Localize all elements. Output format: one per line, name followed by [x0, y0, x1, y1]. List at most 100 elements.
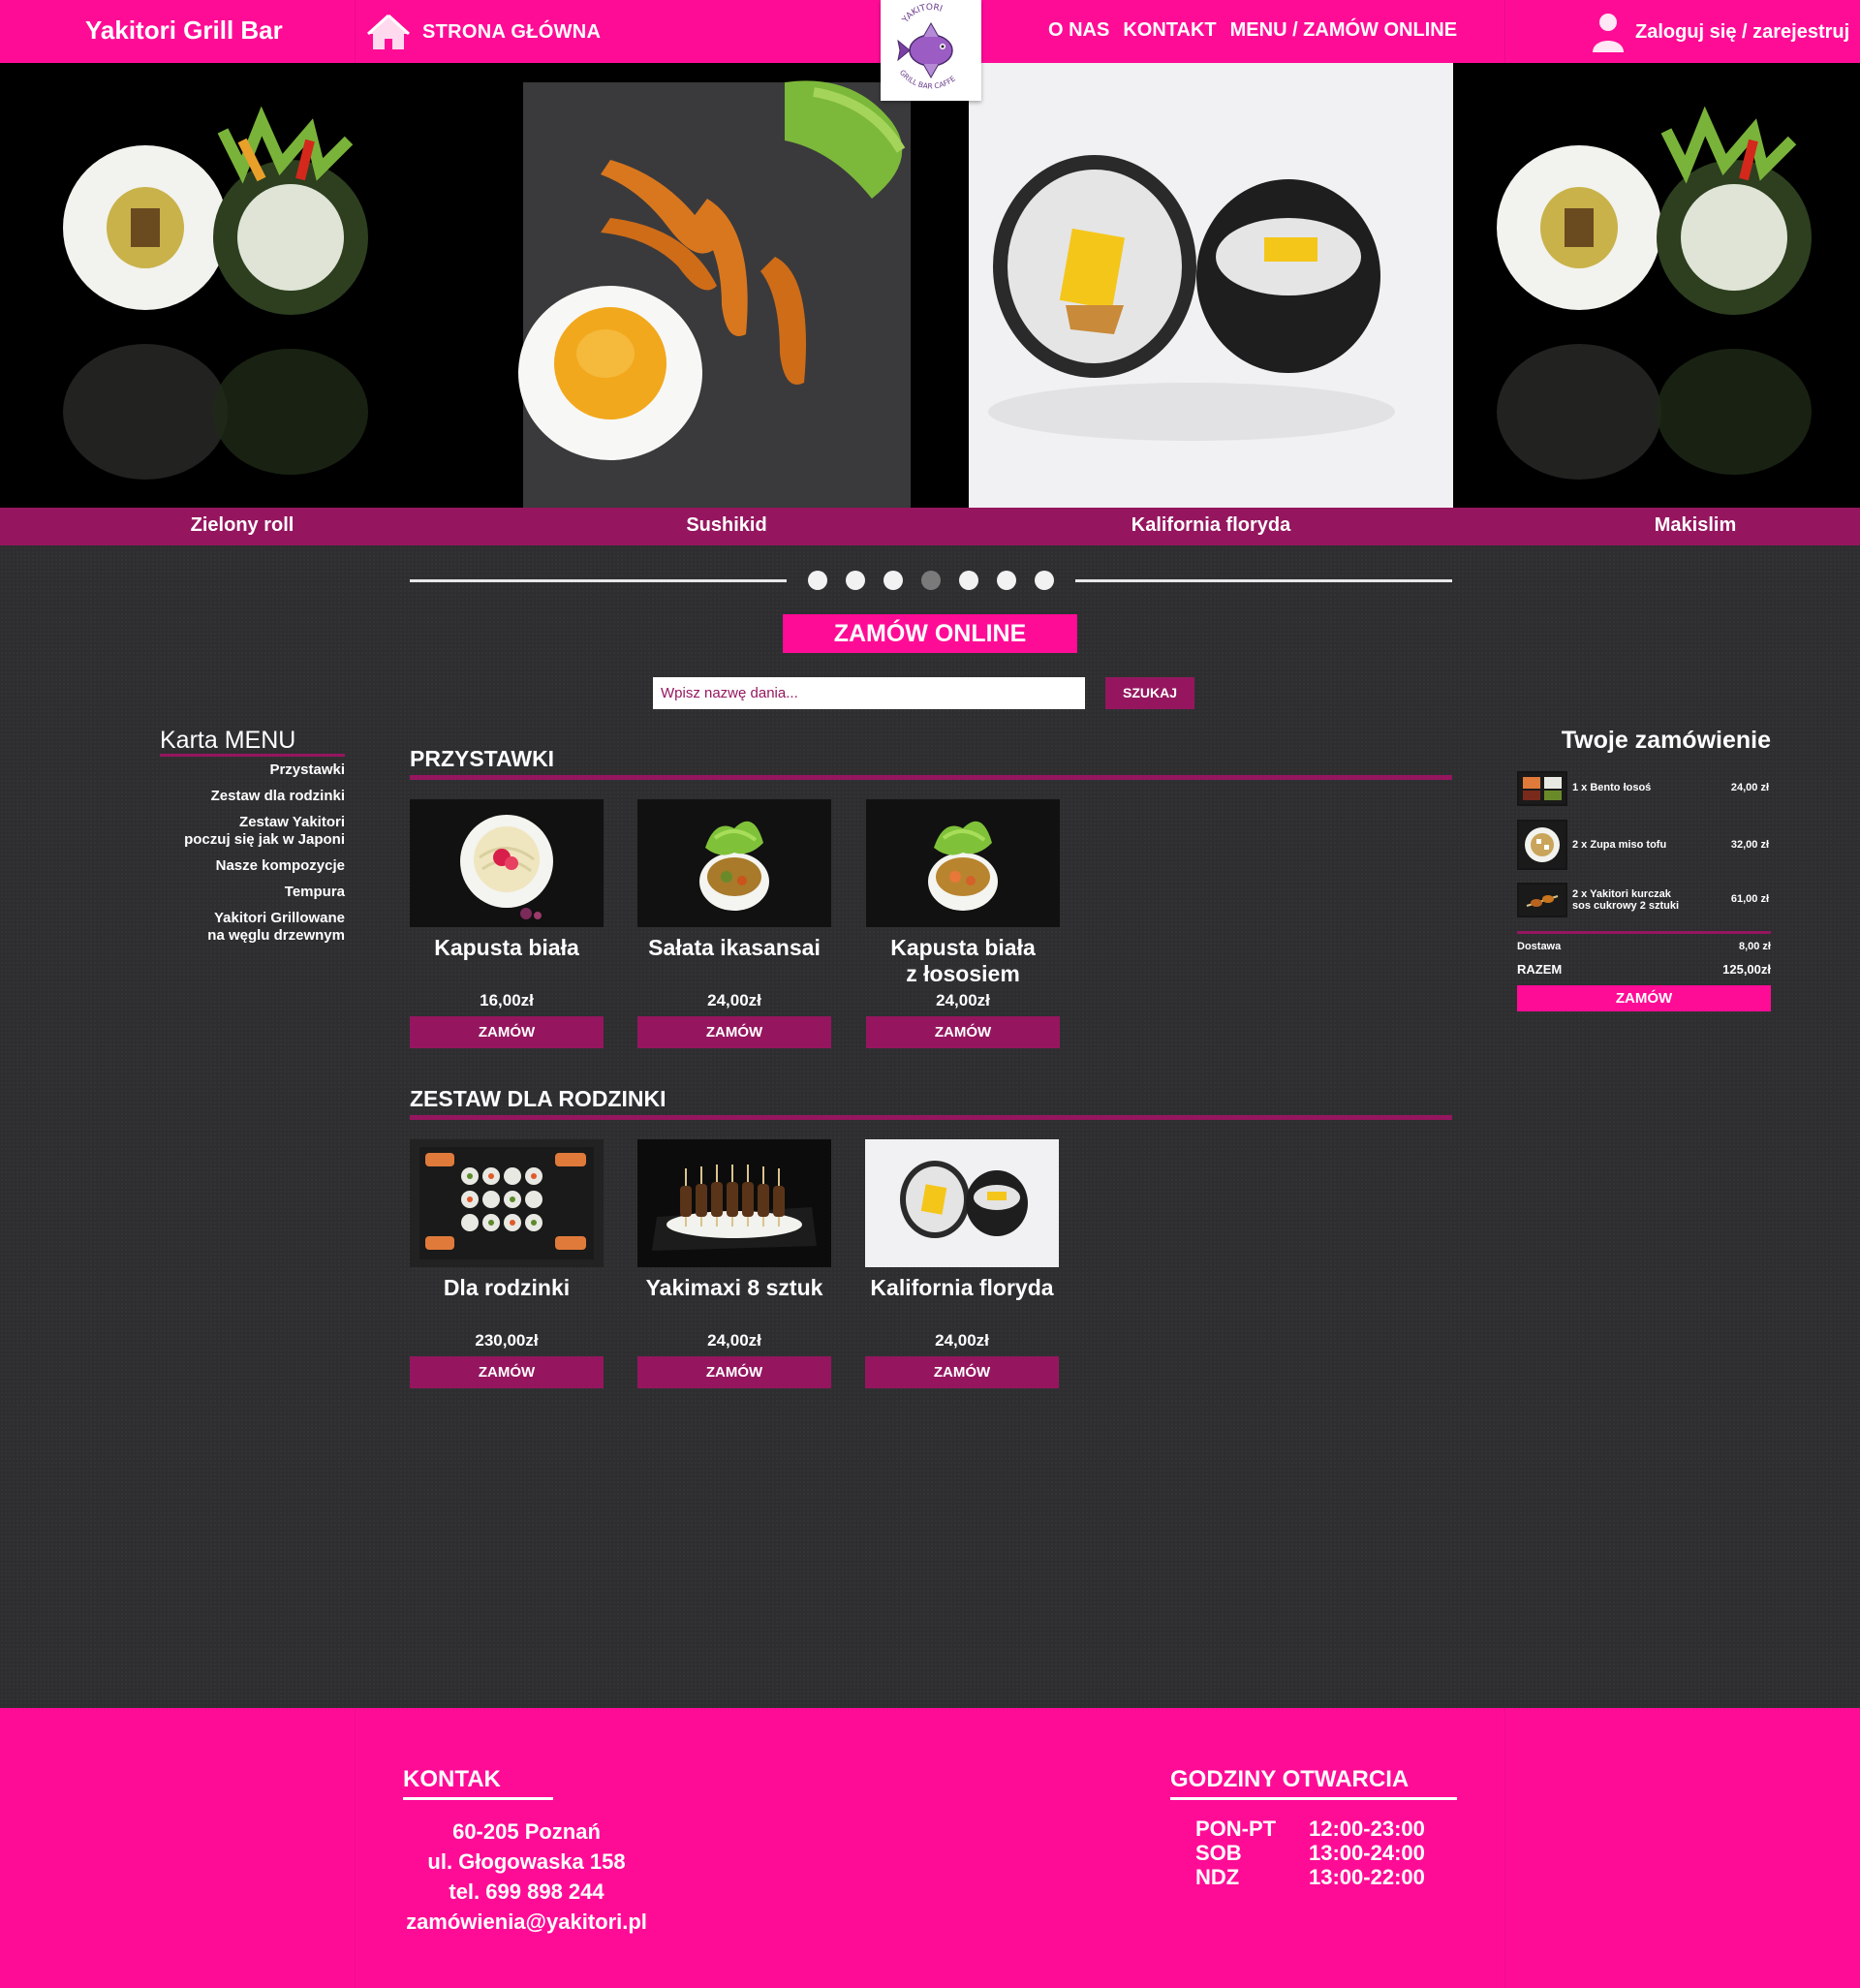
- product-card: Dla rodzinki 230,00zł ZAMÓW: [410, 1139, 604, 1388]
- product-image[interactable]: [410, 799, 604, 927]
- order-button[interactable]: ZAMÓW: [637, 1356, 831, 1388]
- cart-item-thumbnail: [1517, 771, 1567, 806]
- order-button[interactable]: ZAMÓW: [866, 1016, 1060, 1048]
- slide-sushikid[interactable]: [465, 63, 969, 508]
- nav-menu-order[interactable]: MENU / ZAMÓW ONLINE: [1230, 19, 1457, 42]
- footer-hours-underline: [1170, 1797, 1457, 1800]
- pagination-line-left: [410, 579, 787, 582]
- user-icon: [1593, 14, 1624, 52]
- order-online-heading: ZAMÓW ONLINE: [783, 614, 1077, 653]
- menu-item-tempura[interactable]: Tempura: [145, 884, 345, 901]
- bento-box-image: [1519, 773, 1566, 804]
- menu-category-list: Przystawki Zestaw dla rodzinki Zestaw Ya…: [145, 761, 345, 953]
- section-title-przystawki: PRZYSTAWKI: [410, 746, 555, 771]
- slide-caption[interactable]: Kalifornia floryda: [978, 514, 1443, 537]
- cabbage-salmon-bowl-image: [866, 799, 1060, 927]
- cart-item-amount: 24,00 zł: [1730, 782, 1769, 793]
- login-label: Zaloguj się / zarejestruj: [1635, 20, 1850, 43]
- product-card: Yakimaxi 8 sztuk 24,00zł ZAMÓW: [637, 1139, 831, 1388]
- slide-zielony-roll[interactable]: [0, 63, 465, 508]
- product-price: 230,00zł: [475, 1331, 539, 1350]
- order-button[interactable]: ZAMÓW: [865, 1356, 1059, 1388]
- california-roll-image: [969, 63, 1453, 508]
- section-underline: [410, 1115, 1452, 1120]
- slider-dot-active[interactable]: [921, 571, 941, 590]
- slider-dot[interactable]: [808, 571, 827, 590]
- dish-search-input[interactable]: [653, 677, 1085, 709]
- cart-item: 2 x Yakitori kurczak sos cukrowy 2 sztuk…: [1517, 883, 1771, 917]
- menu-item-zestaw-yakitori[interactable]: Zestaw Yakitori poczuj się jak w Japoni: [145, 814, 345, 849]
- order-button[interactable]: ZAMÓW: [410, 1356, 604, 1388]
- slide-caption[interactable]: Sushikid: [494, 514, 959, 537]
- hours-day: PON-PT: [1195, 1817, 1277, 1841]
- slider-dot[interactable]: [884, 571, 903, 590]
- product-price: 24,00zł: [935, 1331, 989, 1350]
- delivery-amount: 8,00 zł: [1738, 941, 1771, 952]
- cart-order-button[interactable]: ZAMÓW: [1517, 985, 1771, 1011]
- product-price: 24,00zł: [936, 991, 990, 1010]
- home-icon: [366, 14, 411, 49]
- cart-item-thumbnail: [1517, 883, 1567, 917]
- nav-home-label: STRONA GŁÓWNA: [422, 20, 602, 43]
- tempura-shrimp-image: [465, 63, 969, 508]
- product-image[interactable]: [637, 799, 831, 927]
- hours-time: 12:00-23:00: [1309, 1817, 1425, 1841]
- product-image[interactable]: [866, 799, 1060, 927]
- nav-home-link[interactable]: STRONA GŁÓWNA: [366, 13, 601, 51]
- product-name: Dla rodzinki: [443, 1275, 571, 1300]
- hours-day: SOB: [1195, 1841, 1242, 1865]
- hours-time: 13:00-24:00: [1309, 1841, 1425, 1865]
- order-button[interactable]: ZAMÓW: [637, 1016, 831, 1048]
- login-link[interactable]: Zaloguj się / zarejestruj: [1591, 12, 1849, 52]
- search-button[interactable]: SZUKAJ: [1105, 677, 1194, 709]
- nav-contact[interactable]: KONTAKT: [1123, 19, 1216, 42]
- slider-dot[interactable]: [846, 571, 865, 590]
- hero-slider: [0, 63, 1860, 508]
- contact-email[interactable]: zamówienia@yakitori.pl: [403, 1907, 650, 1937]
- slide-makislim[interactable]: [1453, 63, 1860, 508]
- product-image[interactable]: [410, 1139, 604, 1267]
- delivery-label: Dostawa: [1517, 941, 1562, 952]
- product-name: Sałata ikasansai: [648, 935, 821, 960]
- opening-hours: PON-PT 12:00-23:00 SOB 13:00-24:00 NDZ 1…: [1195, 1817, 1425, 1889]
- product-price: 24,00zł: [707, 991, 761, 1010]
- yakitori-skewers-image: [637, 1139, 831, 1267]
- cart-item-description: 2 x Yakitori kurczak sos cukrowy 2 sztuk…: [1572, 888, 1680, 912]
- miso-soup-image: [1519, 822, 1566, 868]
- nav-about[interactable]: O NAS: [1048, 19, 1109, 42]
- product-card: Sałata ikasansai 24,00zł ZAMÓW: [637, 799, 831, 1048]
- svg-text:YAKITORI: YAKITORI: [900, 3, 944, 26]
- menu-item-przystawki[interactable]: Przystawki: [145, 761, 345, 779]
- order-button[interactable]: ZAMÓW: [410, 1016, 604, 1048]
- slider-dot[interactable]: [997, 571, 1016, 590]
- brand-name[interactable]: Yakitori Grill Bar: [85, 16, 283, 46]
- total-label: RAZEM: [1517, 962, 1563, 977]
- footer-divider: [1504, 1708, 1505, 1988]
- slide-caption[interactable]: Zielony roll: [10, 514, 475, 537]
- contact-phone[interactable]: tel. 699 898 244: [403, 1877, 650, 1907]
- slide-kalifornia-floryda[interactable]: [969, 63, 1453, 508]
- chicken-skewer-image: [1519, 885, 1566, 916]
- footer-contact-info: 60-205 Poznań ul. Głogowaska 158 tel. 69…: [403, 1817, 650, 1937]
- cart-item: 2 x Zupa miso tofu 32,00 zł: [1517, 820, 1771, 870]
- menu-item-nasze-kompozycje[interactable]: Nasze kompozycje: [145, 857, 345, 875]
- slider-dot[interactable]: [1035, 571, 1054, 590]
- product-price: 16,00zł: [480, 991, 534, 1010]
- menu-item-yakitori-grillowane[interactable]: Yakitori Grillowane na węglu drzewnym: [145, 910, 345, 945]
- hours-row: NDZ 13:00-22:00: [1195, 1865, 1425, 1889]
- total-amount: 125,00zł: [1722, 962, 1771, 977]
- slider-dot[interactable]: [959, 571, 978, 590]
- cart-item-amount: 32,00 zł: [1730, 839, 1769, 851]
- cabbage-salad-bowl-image: [410, 799, 604, 927]
- site-logo[interactable]: YAKITORI GRILL BAR CAFFE: [881, 0, 981, 101]
- footer-contact-title: KONTAK: [403, 1766, 501, 1792]
- footer: KONTAK 60-205 Poznań ul. Głogowaska 158 …: [0, 1708, 1860, 1988]
- cart-item-amount: 61,00 zł: [1730, 893, 1769, 905]
- slide-caption[interactable]: Makislim: [1463, 514, 1860, 537]
- menu-item-zestaw-dla-rodzinki[interactable]: Zestaw dla rodzinki: [145, 788, 345, 805]
- cart-item-thumbnail: [1517, 820, 1567, 870]
- product-image[interactable]: [637, 1139, 831, 1267]
- product-image[interactable]: [865, 1139, 1059, 1267]
- product-name: Yakimaxi 8 sztuk: [645, 1275, 823, 1300]
- cart-item-description: 1 x Bento łosoś: [1572, 782, 1652, 793]
